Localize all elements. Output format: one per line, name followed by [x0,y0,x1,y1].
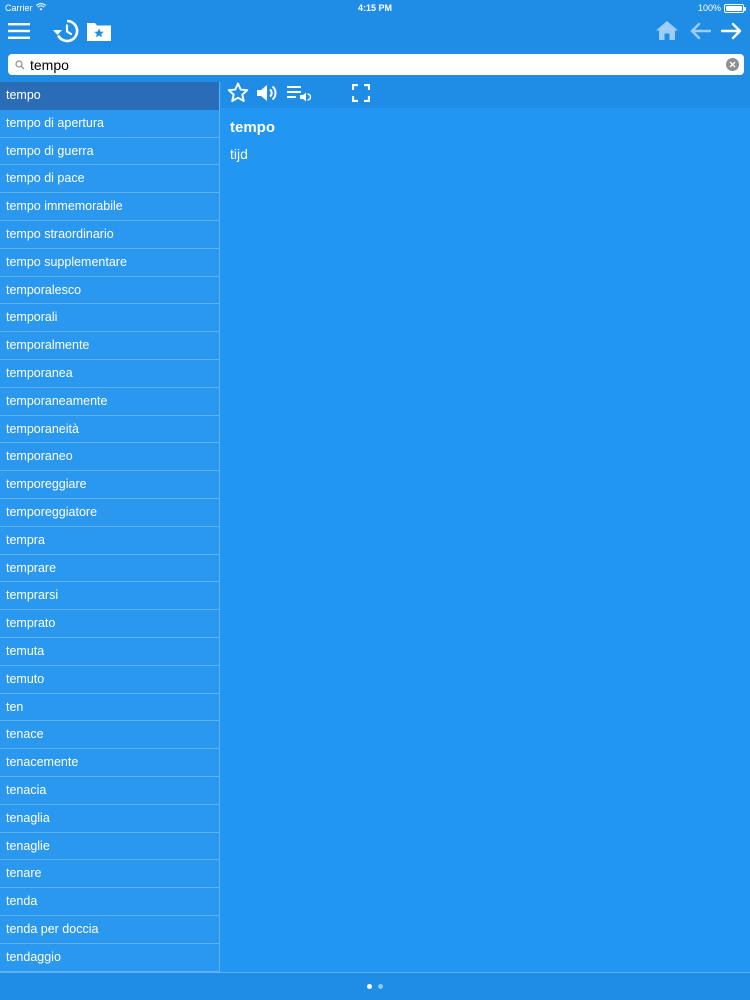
word-list-item[interactable]: temporaneamente [0,388,219,416]
definition-panel: tempo tijd [221,108,750,972]
page-dot[interactable] [367,984,372,989]
fullscreen-button[interactable] [349,83,373,107]
status-bar: Carrier 4:15 PM 100% [0,0,750,16]
favorites-button[interactable] [84,18,114,48]
word-list-item[interactable]: temprato [0,610,219,638]
back-button[interactable] [685,18,715,48]
word-list-item[interactable]: tenda [0,888,219,916]
word-list-item[interactable]: temporaneità [0,416,219,444]
word-list-item[interactable]: temuto [0,666,219,694]
word-list-item[interactable]: tenaglia [0,805,219,833]
menu-icon [8,22,30,45]
word-list-item[interactable]: tempo [0,82,219,110]
history-button[interactable] [51,18,81,48]
word-list-item[interactable]: temporalmente [0,332,219,360]
menu-button[interactable] [4,18,34,48]
word-list: tempo tempo di apertura tempo di guerra tem… [0,82,220,972]
clear-search-icon[interactable] [726,58,739,71]
home-icon [655,20,679,46]
detail-toolbar [221,82,750,108]
page-indicator [0,972,750,1000]
playlist-audio-icon [287,83,312,108]
page-dot[interactable] [378,984,383,989]
word-list-item[interactable]: tendaggio [0,944,219,972]
home-button[interactable] [652,18,682,48]
favorite-button[interactable] [226,82,250,108]
read-aloud-button[interactable] [287,83,312,108]
word-list-item[interactable]: tempo supplementare [0,249,219,277]
search-bar [8,54,744,75]
word-list-item[interactable]: temprarsi [0,582,219,611]
word-list-item[interactable]: temprare [0,555,219,583]
word-list-item[interactable]: tempra [0,527,219,555]
search-icon [12,59,28,70]
top-bar: Carrier 4:15 PM 100% [0,0,750,82]
word-list-item[interactable]: tenare [0,860,219,889]
word-list-item[interactable]: tenda per doccia [0,916,219,944]
headword: tempo [230,119,275,136]
word-list-item[interactable]: temporanea [0,360,219,388]
battery-icon [724,3,746,13]
word-list-item[interactable]: tempo di guerra [0,138,219,166]
word-list-item[interactable]: temporali [0,304,219,333]
search-input[interactable] [28,54,726,75]
word-list-item[interactable]: tenacemente [0,749,219,777]
app-root: Carrier 4:15 PM 100% tempo tempo tempo d… [0,0,750,1000]
word-list-item[interactable]: ten [0,694,219,722]
pronounce-button[interactable] [255,84,279,106]
word-list-item[interactable]: temporeggiare [0,471,219,499]
forward-button[interactable] [717,18,747,48]
battery-percent: 100% [697,3,721,13]
word-list-item[interactable]: temporalesco [0,277,219,305]
speaker-icon [256,83,278,108]
word-list-item[interactable]: tenacia [0,777,219,805]
status-time: 4:15 PM [357,3,392,13]
history-icon [53,19,79,48]
back-arrow-icon [689,22,712,45]
status-right: 100% [697,0,746,16]
word-list-item[interactable]: tempo straordinario [0,221,219,249]
favorites-folder-icon [86,20,112,47]
word-list-item[interactable]: tempo di pace [0,165,219,194]
star-icon [227,82,249,108]
fullscreen-icon [351,83,371,107]
forward-arrow-icon [720,22,743,45]
word-list-item[interactable]: tempo di apertura [0,110,219,138]
word-list-item[interactable]: tempo immemorabile [0,193,219,221]
word-list-item[interactable]: tenaglie [0,833,219,861]
word-list-item[interactable]: temporeggiatore [0,499,219,527]
word-list-item[interactable]: temuta [0,638,219,666]
word-list-item[interactable]: tenace [0,721,219,750]
word-list-item[interactable]: temporaneo [0,443,219,472]
translation: tijd [230,146,248,162]
